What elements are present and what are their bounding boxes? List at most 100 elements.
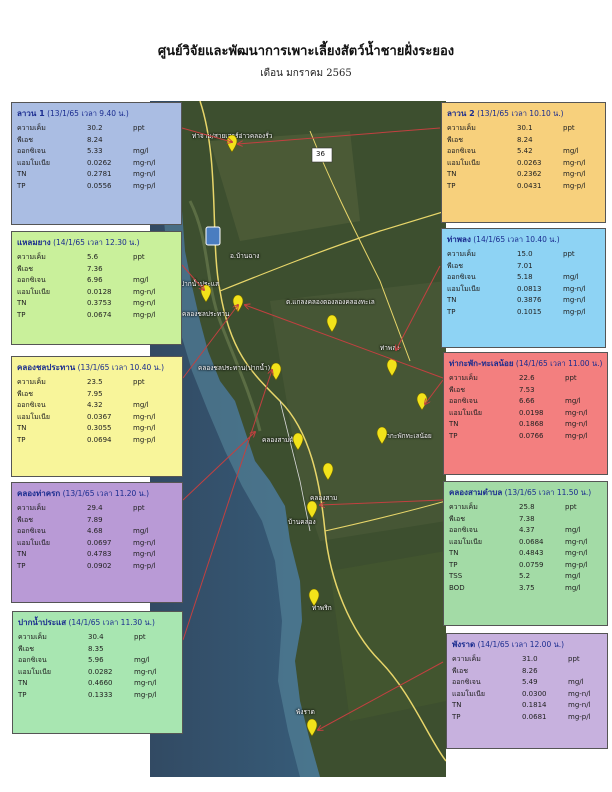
table-row: TN 0.2362 mg-n/l [447,170,586,178]
table-row: ออกซิเจน 5.96 mg/l [18,656,150,664]
table-row: TP 0.0902 mg-p/l [17,561,156,570]
station-box-phangrat: พังราด (14/1/65 เวลา 12.00 น.) ความเค็ม 3… [446,633,608,749]
table-row: BOD 3.75 mg/l [449,583,581,592]
station-name: ลาวน 2 [447,109,475,118]
table-row: TP 0.0674 mg-p/l [17,310,156,319]
station-time: (14/1/65 เวลา 12.00 น.) [477,640,565,649]
arrow-paknam [182,370,272,641]
station-box-thakrok: คลองท่าครก (13/1/65 เวลา 11.20 น.) ความเ… [11,482,183,603]
station-name: แหลมยาง [17,238,51,247]
table-row: TN 0.4843 mg-n/l [449,549,588,557]
arrow-lawon1 [181,127,232,142]
station-table: ความเค็ม 23.5 ppt พีเอช 7.95 ออกซิเจน 4.32 mg… [17,377,156,446]
station-name: ลาวน 1 [17,109,45,118]
station-name: คลองสามตำบล [449,488,503,497]
arrow-samtambon [320,499,444,505]
station-table: ความเค็ม 15.0 ppt พีเอช 7.01 ออกซิเจน 5.18 mg… [447,249,586,318]
table-row: ความเค็ม 23.5 ppt [17,378,145,386]
table-row: TP 0.0759 mg-p/l [449,560,588,569]
station-name: คลองชลประทาน [17,363,76,372]
station-box-paknam: ปากน้ำประแส (14/1/65 เวลา 11.30 น.) ความ… [12,611,183,734]
table-row: TN 0.3055 mg-n/l [17,424,156,432]
station-box-thaphlong: ท่าพลง (14/1/65 เวลา 10.40 น.) ความเค็ม 1… [441,228,606,348]
table-row: แอมโมเนีย 0.0697 mg-n/l [17,538,156,547]
station-time: (13/1/65 เวลา 11.20 น.) [62,489,150,498]
table-row: ออกซิเจน 5.18 mg/l [447,273,579,281]
table-row: TN 0.4660 mg-n/l [18,679,157,687]
arrow-laemyang [181,264,204,290]
station-time: (13/1/65 เวลา 9.40 น.) [47,109,129,118]
station-name: พังราด [452,640,476,649]
station-box-lawon2: ลาวน 2 (13/1/65 เวลา 10.10 น.) ความเค็ม 3… [441,102,606,223]
table-row: พีเอช 8.35 [18,644,104,653]
table-row: TP 0.1015 mg-p/l [447,307,586,316]
station-table: ความเค็ม 5.6 ppt พีเอช 7.36 ออกซิเจน 6.96 mg/… [17,252,156,321]
table-row: ออกซิเจน 5.33 mg/l [17,147,149,155]
table-row: ออกซิเจน 4.37 mg/l [449,526,581,534]
station-box-samtambon: คลองสามตำบล (13/1/65 เวลา 11.50 น.) ความ… [443,481,608,626]
table-row: TSS 5.2 mg/l [449,572,581,580]
table-row: พีเอช 7.53 [449,385,535,394]
table-row: พีเอช 7.01 [447,261,533,270]
station-box-lawon1: ลาวน 1 (13/1/65 เวลา 9.40 น.) ความเค็ม 30… [11,102,182,225]
station-table: ความเค็ม 25.8 ppt พีเอช 7.38 ออกซิเจน 4.37 mg… [449,502,588,594]
station-table: ความเค็ม 30.4 ppt พีเอช 8.35 ออกซิเจน 5.96 mg… [18,632,157,701]
table-row: ออกซิเจน 6.66 mg/l [449,397,581,405]
table-row: TN 0.4783 mg-n/l [17,550,156,558]
table-row: แอมโมเนีย 0.0684 mg-n/l [449,537,588,546]
table-row: TN 0.1814 mg-n/l [452,701,591,709]
table-row: ความเค็ม 15.0 ppt [447,250,575,258]
station-name: ท่ากะพัก-ทะเลน้อย [449,359,514,368]
table-row: ความเค็ม 30.4 ppt [18,633,146,641]
table-row: แอมโมเนีย 0.0367 mg-n/l [17,412,156,421]
table-row: แอมโมเนีย 0.0128 mg-n/l [17,287,156,296]
station-time: (14/1/65 เวลา 11.30 น.) [68,618,155,627]
table-row: TP 0.0431 mg-p/l [447,181,586,190]
arrow-thakrok [182,432,255,501]
station-name: ท่าพลง [447,235,471,244]
table-row: TP 0.0694 mg-p/l [17,435,156,444]
station-box-thakaphak: ท่ากะพัก-ทะเลน้อย (14/1/65 เวลา 11.00 น.… [443,352,608,475]
table-row: ออกซิเจน 5.42 mg/l [447,147,579,155]
table-row: ความเค็ม 31.0 ppt [452,655,580,663]
table-row: TN 0.3876 mg-n/l [447,296,586,304]
arrow-chonprathan [182,305,238,379]
table-row: ความเค็ม 29.4 ppt [17,504,145,512]
station-time: (13/1/65 เวลา 10.40 น.) [77,363,165,372]
table-row: แอมโมเนีย 0.0263 mg-n/l [447,158,586,167]
table-row: TP 0.0556 mg-p/l [17,181,156,190]
table-row: พีเอช 8.26 [452,666,538,675]
table-row: TN 0.1868 mg-n/l [449,420,588,428]
table-row: แอมโมเนีย 0.0262 mg-n/l [17,158,156,167]
station-table: ความเค็ม 30.2 ppt พีเอช 8.24 ออกซิเจน 5.33 mg… [17,123,156,192]
table-row: ความเค็ม 5.6 ppt [17,253,145,261]
arrow-thaphlong [396,265,441,350]
table-row: TP 0.0681 mg-p/l [452,712,591,721]
station-name: คลองท่าครก [17,489,61,498]
table-row: ความเค็ม 30.2 ppt [17,124,145,132]
station-name: ปากน้ำประแส [18,618,67,627]
table-row: ออกซิเจน 5.49 mg/l [452,678,584,686]
arrow-thakaphak2 [425,379,444,404]
table-row: TN 0.3753 mg-n/l [17,299,156,307]
station-table: ความเค็ม 30.1 ppt พีเอช 8.24 ออกซิเจน 5.42 mg… [447,123,586,192]
table-row: ความเค็ม 25.8 ppt [449,503,577,511]
station-time: (14/1/65 เวลา 12.30 น.) [53,238,140,247]
table-row: พีเอช 7.38 [449,514,535,523]
table-row: TN 0.2781 mg-n/l [17,170,156,178]
arrow-lawon2 [238,127,441,144]
table-row: แอมโมเนีย 0.0300 mg-n/l [452,689,591,698]
table-row: พีเอช 7.95 [17,389,103,398]
table-row: พีเอช 7.89 [17,515,103,524]
table-row: แอมโมเนีย 0.0282 mg-n/l [18,667,157,676]
station-box-chonprathan: คลองชลประทาน (13/1/65 เวลา 10.40 น.) ควา… [11,356,183,477]
table-row: ออกซิเจน 6.96 mg/l [17,276,149,284]
table-row: พีเอช 7.36 [17,264,103,273]
station-box-laemyang: แหลมยาง (14/1/65 เวลา 12.30 น.) ความเค็ม… [11,231,182,345]
table-row: ออกซิเจน 4.68 mg/l [17,527,149,535]
station-time: (13/1/65 เวลา 11.50 น.) [504,488,592,497]
table-row: TP 0.1333 mg-p/l [18,690,157,699]
station-table: ความเค็ม 29.4 ppt พีเอช 7.89 ออกซิเจน 4.68 mg… [17,503,156,572]
table-row: ความเค็ม 30.1 ppt [447,124,575,132]
table-row: TP 0.0766 mg-p/l [449,431,588,440]
